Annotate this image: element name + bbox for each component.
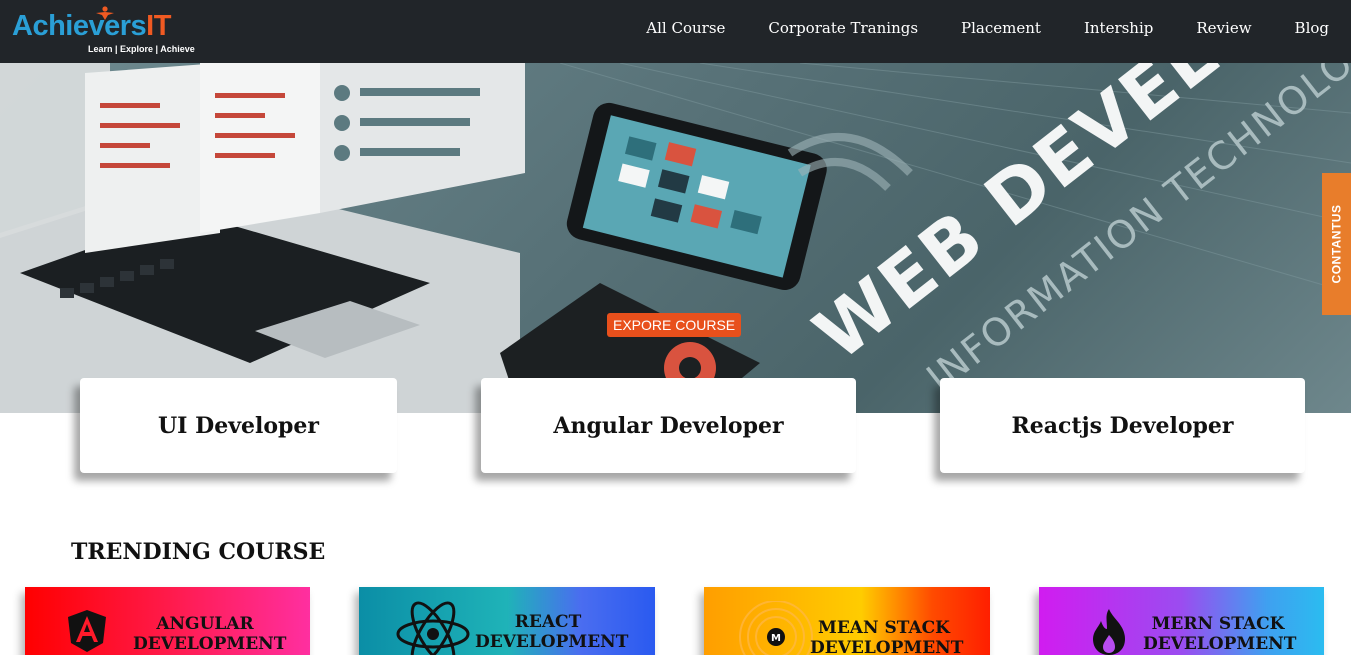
trending-card-mern-stack[interactable]: MERN STACK DEVELOPMENT: [1039, 587, 1324, 655]
trending-card-title: MERN STACK DEVELOPMENT: [1143, 614, 1297, 654]
course-card-ui-developer[interactable]: UI Developer: [80, 378, 397, 473]
nav-internship[interactable]: Intership: [1084, 19, 1153, 37]
angular-icon: [68, 610, 106, 652]
logo-tagline: Learn | Explore | Achieve: [88, 44, 195, 54]
trending-card-react[interactable]: REACT DEVELOPMENT: [359, 587, 655, 655]
trending-card-title: ANGULAR DEVELOPMENT: [133, 614, 287, 654]
trending-card-title: MEAN STACK DEVELOPMENT: [810, 618, 964, 655]
trending-course-heading: TRENDING COURSE: [71, 539, 326, 565]
course-card-title: Reactjs Developer: [1011, 412, 1234, 439]
course-card-angular-developer[interactable]: Angular Developer: [481, 378, 856, 473]
nav-blog[interactable]: Blog: [1295, 19, 1329, 37]
react-icon: [396, 601, 470, 655]
mern-stack-icon: [1093, 609, 1125, 655]
trending-card-angular[interactable]: ANGULAR DEVELOPMENT: [25, 587, 310, 655]
nav-review[interactable]: Review: [1196, 19, 1251, 37]
mean-stack-icon: M: [739, 601, 813, 655]
logo-wordmark: AchieversIT: [12, 10, 171, 42]
explore-course-button[interactable]: EXPORE COURSE: [607, 313, 742, 337]
course-card-reactjs-developer[interactable]: Reactjs Developer: [940, 378, 1305, 473]
nav-corporate-trainings[interactable]: Corporate Tranings: [768, 19, 918, 37]
main-nav: All Course Corporate Tranings Placement …: [603, 0, 1329, 56]
navbar: AchieversIT Learn | Explore | Achieve Al…: [0, 0, 1351, 63]
course-card-title: UI Developer: [158, 412, 319, 439]
achieversit-logo[interactable]: AchieversIT Learn | Explore | Achieve: [12, 6, 202, 58]
trending-card-title: REACT DEVELOPMENT: [475, 612, 629, 652]
hero-banner: WEB DEVELOPMENT INFORMATION TECHNOLOGY E…: [0, 63, 1351, 413]
contact-us-label: CONTANTUS: [1329, 204, 1344, 284]
svg-text:M: M: [771, 633, 781, 644]
nav-placement[interactable]: Placement: [961, 19, 1041, 37]
contact-us-tab[interactable]: CONTANTUS: [1322, 173, 1351, 315]
nav-all-course[interactable]: All Course: [646, 19, 725, 37]
hero-illustration: WEB DEVELOPMENT INFORMATION TECHNOLOGY: [0, 63, 1351, 413]
course-card-title: Angular Developer: [553, 412, 784, 439]
trending-card-mean-stack[interactable]: M MEAN STACK DEVELOPMENT: [704, 587, 990, 655]
